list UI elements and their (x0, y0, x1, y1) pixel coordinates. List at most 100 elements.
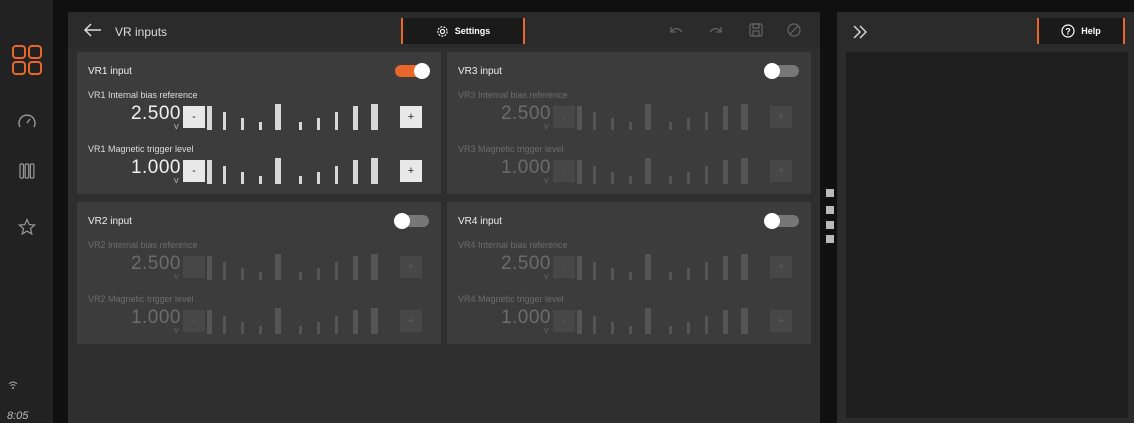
slider-tick (705, 316, 708, 334)
slider-tick (593, 166, 596, 184)
increase-button[interactable]: + (400, 160, 422, 182)
trigger-label: VR2 Magnetic trigger level (88, 294, 194, 304)
slider-tick (645, 254, 651, 280)
bias-value: 2.500 (130, 253, 181, 274)
undo-icon[interactable] (668, 22, 684, 38)
vr2-card: VR2 input VR2 Internal bias reference 2.… (77, 202, 441, 344)
slider-tick (371, 254, 378, 280)
resize-handle[interactable] (826, 235, 834, 243)
settings-button[interactable]: Settings (401, 18, 525, 44)
increase-button[interactable]: + (400, 106, 422, 128)
slider-tick (317, 268, 320, 280)
clock: 8:05 (7, 410, 29, 422)
vr2-toggle[interactable] (394, 213, 429, 229)
slider-tick (241, 172, 244, 184)
trigger-row: VR2 Magnetic trigger level 1.000 V - + (77, 294, 441, 340)
slider-tick (259, 272, 262, 280)
svg-text:?: ? (1065, 27, 1071, 37)
slider-tick (371, 308, 378, 334)
columns-icon (18, 163, 34, 179)
vr4-toggle[interactable] (764, 213, 799, 229)
slider-tick (275, 104, 281, 130)
slider-tick (353, 256, 358, 280)
bias-value[interactable]: 2.500 (117, 103, 181, 125)
slider-tick (207, 310, 212, 334)
back-arrow-icon[interactable] (82, 21, 104, 39)
unit-label: V (174, 328, 179, 335)
slider-tick (687, 268, 690, 280)
save-icon[interactable] (748, 22, 764, 38)
disable-icon[interactable] (786, 22, 802, 38)
card-title: VR1 input (88, 66, 132, 77)
slider-tick (577, 310, 582, 334)
slider-tick (593, 262, 596, 280)
slider-tick (353, 310, 358, 334)
trigger-value[interactable]: 1.000 (117, 157, 181, 179)
slider-tick (275, 308, 281, 334)
slider-tick (207, 160, 212, 184)
slider-ticks[interactable] (207, 104, 397, 130)
slider-tick (687, 322, 690, 334)
expand-icon[interactable] (851, 24, 869, 40)
redo-icon[interactable] (708, 22, 724, 38)
slider-tick (299, 176, 302, 184)
slider-tick (259, 176, 262, 184)
slider-tick (577, 160, 582, 184)
unit-label: V (174, 124, 179, 131)
card-title: VR4 input (458, 216, 502, 227)
slider-tick (687, 118, 690, 130)
main-panel: VR inputs Settings VR1 input VR1 Interna… (68, 12, 820, 423)
favorites-button[interactable] (0, 212, 53, 242)
decrease-button[interactable]: - (183, 106, 205, 128)
slider-tick (335, 262, 338, 280)
slider-tick (705, 166, 708, 184)
slider-tick (723, 310, 728, 334)
slider-tick (241, 322, 244, 334)
columns-button[interactable] (0, 156, 53, 186)
wifi-icon (8, 381, 18, 389)
bias-row: VR1 Internal bias reference 2.500 V - + (77, 90, 441, 136)
slider-tick (299, 272, 302, 280)
resize-handle[interactable] (826, 206, 834, 214)
apps-icon (11, 45, 42, 75)
increase-button: + (770, 106, 792, 128)
bias-label: VR3 Internal bias reference (458, 90, 568, 100)
slider-tick (223, 316, 226, 334)
card-title: VR2 input (88, 216, 132, 227)
trigger-row: VR4 Magnetic trigger level 1.000 V - + (447, 294, 811, 340)
slider-ticks (207, 254, 397, 280)
vr3-toggle[interactable] (764, 63, 799, 79)
slider-tick (705, 112, 708, 130)
slider-tick (723, 256, 728, 280)
slider-tick (629, 176, 632, 184)
resize-handle[interactable] (826, 189, 834, 197)
gauge-button[interactable] (0, 106, 53, 136)
slider-tick (353, 106, 358, 130)
bias-row: VR3 Internal bias reference 2.500 V - + (447, 90, 811, 136)
decrease-button[interactable]: - (183, 160, 205, 182)
slider-tick (275, 158, 281, 184)
resize-handle[interactable] (826, 221, 834, 229)
gear-icon (437, 25, 448, 37)
apps-button[interactable] (0, 40, 53, 80)
slider-tick (669, 326, 672, 334)
decrease-button: - (553, 160, 575, 182)
decrease-button: - (553, 310, 575, 332)
slider-tick (223, 112, 226, 130)
trigger-value: 1.000 (500, 157, 551, 178)
top-bar: VR inputs Settings (68, 12, 820, 48)
slider-tick (299, 122, 302, 130)
slider-tick (577, 256, 582, 280)
vr3-card: VR3 input VR3 Internal bias reference 2.… (447, 52, 811, 194)
slider-tick (577, 106, 582, 130)
slider-ticks[interactable] (207, 158, 397, 184)
slider-tick (335, 316, 338, 334)
vr1-toggle[interactable] (395, 63, 430, 79)
increase-button: + (770, 310, 792, 332)
slider-tick (353, 160, 358, 184)
help-button[interactable]: ? Help (1037, 18, 1125, 44)
slider-tick (207, 106, 212, 130)
slider-tick (645, 308, 651, 334)
help-icon: ? (1061, 24, 1075, 38)
bias-value: 2.500 (500, 253, 551, 274)
